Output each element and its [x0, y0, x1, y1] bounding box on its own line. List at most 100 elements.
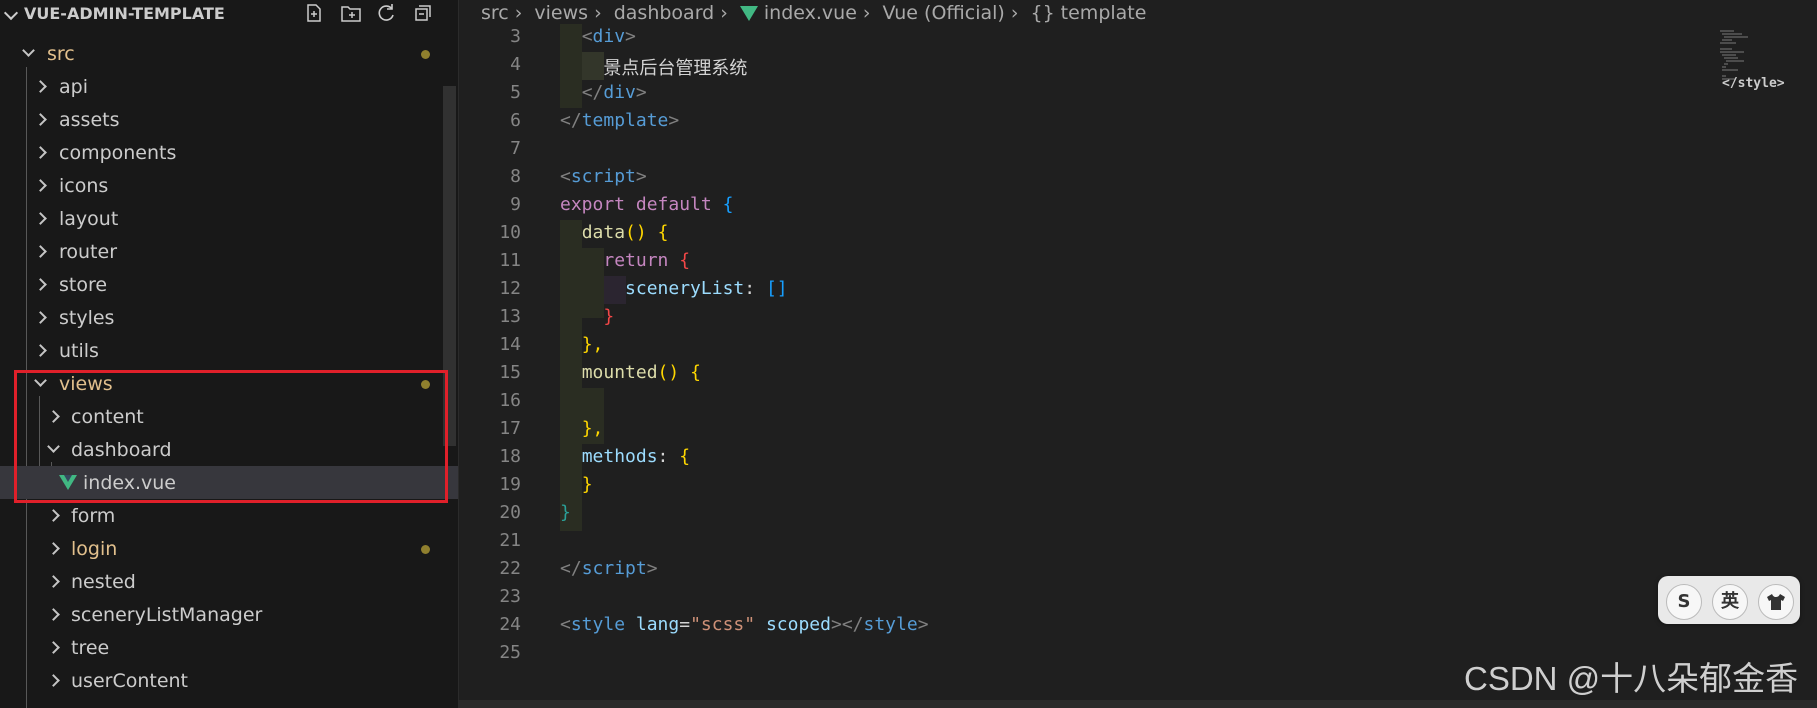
- code-token: {: [679, 446, 691, 467]
- code-token: >: [635, 82, 647, 103]
- code-token: template: [581, 110, 669, 131]
- breadcrumb-file[interactable]: index.vue: [764, 2, 857, 24]
- code-line: 7: [459, 136, 1659, 164]
- line-number: 18: [499, 446, 521, 467]
- new-folder-icon[interactable]: [340, 3, 362, 25]
- code-token: 景点后台管理系统: [603, 58, 748, 79]
- tree-label: api: [59, 76, 88, 98]
- chevron-right-icon: [34, 311, 47, 324]
- code-line: 23: [459, 584, 1659, 612]
- code-token: >: [668, 110, 680, 131]
- tree-folder-icons[interactable]: icons: [0, 169, 458, 202]
- tree-folder-layout[interactable]: layout: [0, 202, 458, 235]
- tree-folder-api[interactable]: api: [0, 70, 458, 103]
- code-text: }: [560, 502, 571, 523]
- code-text: return {: [560, 250, 690, 271]
- watermark: CSDN @十八朵郁金香: [1464, 660, 1799, 697]
- code-token: (): [625, 222, 647, 243]
- line-number: 6: [510, 110, 521, 131]
- code-token: =: [679, 614, 691, 635]
- code-line: 5 </div>: [459, 80, 1659, 108]
- tree-folder-components[interactable]: components: [0, 136, 458, 169]
- editor-panel: src › views › dashboard › index.vue › Vue (O…: [459, 0, 1817, 708]
- code-line: 11 return {: [459, 248, 1659, 276]
- line-number: 21: [499, 530, 521, 551]
- explorer-title[interactable]: VUE-ADMIN-TEMPLATE: [24, 4, 225, 23]
- chevron-right-icon: [34, 179, 47, 192]
- breadcrumb-language[interactable]: Vue (Official): [883, 2, 1005, 24]
- code-token: ></: [830, 614, 864, 635]
- chevron-down-icon[interactable]: [3, 5, 19, 21]
- tree-folder-src[interactable]: src: [0, 37, 458, 70]
- code-line: 8 <script>: [459, 164, 1659, 192]
- line-number: 5: [510, 82, 521, 103]
- breadcrumb-item[interactable]: views: [534, 2, 588, 24]
- tree-label: src: [47, 43, 75, 65]
- tree-folder-login[interactable]: login: [0, 532, 458, 565]
- line-number: 7: [510, 138, 521, 159]
- line-number: 23: [499, 586, 521, 607]
- ime-english-button[interactable]: 英: [1712, 584, 1748, 620]
- tree-folder-usercontent[interactable]: userContent: [0, 664, 458, 697]
- code-token: export default: [560, 194, 712, 215]
- code-line: 16: [459, 388, 1659, 416]
- code-token: >: [625, 26, 636, 47]
- chevron-right-icon: [47, 542, 60, 555]
- code-line: 12 sceneryList: []: [459, 276, 1659, 304]
- line-number: 11: [499, 250, 521, 271]
- code-token: sceneryList: [625, 278, 745, 299]
- breadcrumb-symbol[interactable]: template: [1061, 2, 1147, 24]
- tree-folder-store[interactable]: store: [0, 268, 458, 301]
- collapse-all-icon[interactable]: [412, 3, 434, 25]
- chevron-right-icon: [34, 245, 47, 258]
- code-text: </div>: [560, 82, 647, 103]
- code-token: div: [603, 82, 636, 103]
- tree-label: nested: [71, 571, 136, 593]
- code-text: </template>: [560, 110, 679, 131]
- code-text: }: [560, 474, 593, 495]
- line-number: 19: [499, 474, 521, 495]
- tree-folder-assets[interactable]: assets: [0, 103, 458, 136]
- code-token: </: [581, 82, 604, 103]
- line-number: 16: [499, 390, 521, 411]
- chevron-right-icon: [47, 608, 60, 621]
- code-line: 3 <div>: [459, 24, 1659, 52]
- code-token: {: [690, 362, 701, 383]
- code-text: },: [560, 334, 604, 355]
- tree-label: styles: [59, 307, 115, 329]
- code-token: []: [765, 278, 788, 299]
- tree-label: utils: [59, 340, 99, 362]
- code-token: }: [560, 502, 571, 523]
- tree-folder-styles[interactable]: styles: [0, 301, 458, 334]
- chevron-right-icon: ›: [862, 2, 871, 24]
- tree-label: store: [59, 274, 108, 296]
- chevron-right-icon: [34, 212, 47, 225]
- line-number: 10: [499, 222, 521, 243]
- tree-folder-scenerylistmanager[interactable]: sceneryListManager: [0, 598, 458, 631]
- new-file-icon[interactable]: [303, 3, 325, 25]
- tree-folder-nested[interactable]: nested: [0, 565, 458, 598]
- line-number: 24: [499, 614, 521, 635]
- code-line: 9 export default {: [459, 192, 1659, 220]
- code-text: <div>: [560, 26, 636, 47]
- breadcrumb-item[interactable]: dashboard: [614, 2, 715, 24]
- code-text: export default {: [560, 194, 733, 215]
- tree-label: login: [71, 538, 118, 560]
- code-token: mounted: [581, 362, 658, 383]
- code-line: 17 },: [459, 416, 1659, 444]
- bottom-scrollbar[interactable]: [459, 700, 1817, 708]
- ime-sogou-icon[interactable]: S: [1666, 584, 1702, 620]
- code-token: <: [560, 614, 571, 635]
- breadcrumb-item[interactable]: src: [481, 2, 509, 24]
- code-token: methods: [581, 446, 658, 467]
- tree-folder-router[interactable]: router: [0, 235, 458, 268]
- tree-folder-tree[interactable]: tree: [0, 631, 458, 664]
- tree-folder-form[interactable]: form: [0, 499, 458, 532]
- ime-skin-icon[interactable]: [1758, 584, 1794, 620]
- code-text: mounted() {: [560, 362, 701, 383]
- tree-folder-utils[interactable]: utils: [0, 334, 458, 367]
- vue-file-icon: [739, 6, 758, 21]
- code-token: </: [560, 558, 582, 579]
- refresh-icon[interactable]: [376, 3, 398, 25]
- line-number: 15: [499, 362, 521, 383]
